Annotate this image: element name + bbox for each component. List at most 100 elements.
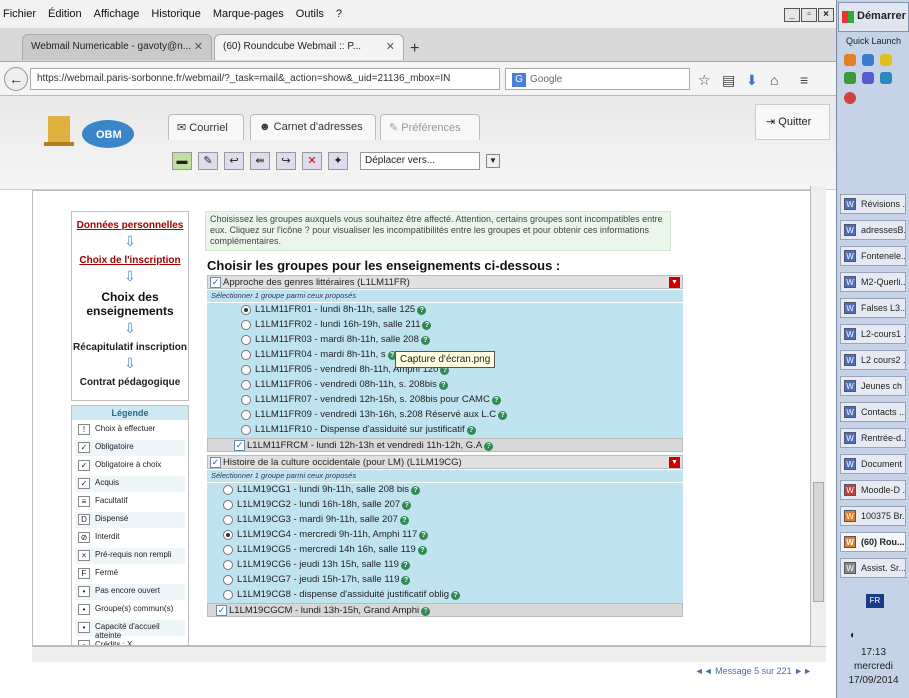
help-icon[interactable]: ?	[438, 381, 448, 390]
menu-tools[interactable]: Outils	[296, 8, 324, 20]
hamburger-menu-icon[interactable]: ≡	[800, 72, 808, 88]
taskbar-window-button[interactable]: W (60) Rou...	[840, 532, 906, 552]
app-icon[interactable]	[844, 92, 856, 104]
forward-icon[interactable]: ↪	[276, 152, 296, 170]
group-option[interactable]: L1LM11FR06 - vendredi 08h-11h, s. 208bis…	[207, 378, 683, 393]
course-group-header[interactable]: ✓ Histoire de la culture occidentale (pou…	[207, 455, 683, 469]
step-personal-data[interactable]: Données personnelles	[72, 220, 188, 231]
scroll-thumb[interactable]	[813, 482, 824, 602]
help-icon[interactable]: ?	[399, 516, 409, 525]
message-navigation[interactable]: ◄◄ Message 5 sur 221 ►►	[32, 662, 826, 682]
radio-button[interactable]	[241, 395, 251, 405]
radio-button[interactable]	[223, 545, 233, 555]
step-enrolment-choice[interactable]: Choix de l'inscription	[72, 255, 188, 266]
menu-view[interactable]: Affichage	[94, 8, 140, 20]
checkbox-checked-icon[interactable]: ✓	[234, 440, 245, 451]
radio-button[interactable]	[223, 515, 233, 525]
search-input[interactable]: G Google	[505, 68, 690, 90]
compose-icon[interactable]: ✎	[198, 152, 218, 170]
help-icon[interactable]: ?	[401, 576, 411, 585]
nav-next-last-icon[interactable]: ►►	[792, 666, 812, 676]
horizontal-scrollbar[interactable]	[32, 646, 826, 662]
folder-icon[interactable]	[880, 54, 892, 66]
nav-first-prev-icon[interactable]: ◄◄	[695, 666, 715, 676]
radio-button[interactable]	[241, 365, 251, 375]
vertical-scrollbar[interactable]	[810, 186, 826, 646]
delete-icon[interactable]: ✕	[302, 152, 322, 170]
mark-icon[interactable]: ✦	[328, 152, 348, 170]
group-option[interactable]: L1LM19CG6 - jeudi 13h 15h, salle 119?	[207, 558, 683, 573]
radio-button[interactable]	[241, 410, 251, 420]
group-option[interactable]: L1LM11FR10 - Dispense d'assiduité sur ju…	[207, 423, 683, 438]
help-icon[interactable]: ?	[400, 561, 410, 570]
tab-roundcube[interactable]: (60) Roundcube Webmail :: P... ✕	[214, 34, 404, 60]
menu-help[interactable]: ?	[336, 8, 342, 20]
taskbar-window-button[interactable]: W Contacts ...	[840, 402, 906, 422]
close-window-button[interactable]: ×	[818, 8, 834, 22]
help-icon[interactable]: ?	[402, 501, 412, 510]
volume-icon[interactable]: ◐	[850, 630, 856, 641]
help-icon[interactable]: ?	[420, 336, 430, 345]
quit-button[interactable]: ⇥ Quitter	[755, 104, 830, 140]
new-tab-icon[interactable]: +	[410, 40, 419, 58]
group-option[interactable]: L1LM11FR07 - vendredi 12h-15h, s. 208bis…	[207, 393, 683, 408]
help-icon[interactable]: ?	[466, 426, 476, 435]
taskbar-window-button[interactable]: W Rentrée-d...	[840, 428, 906, 448]
url-field[interactable]: https://webmail.paris-sorbonne.fr/webmai…	[30, 68, 500, 90]
taskbar-window-button[interactable]: W M2-Querli...	[840, 272, 906, 292]
group-option[interactable]: L1LM19CG4 - mercredi 9h-11h, Amphi 117?	[207, 528, 683, 543]
help-icon[interactable]: ?	[417, 546, 427, 555]
radio-button[interactable]	[223, 575, 233, 585]
taskbar-window-button[interactable]: W L2-cours1 ...	[840, 324, 906, 344]
taskbar-window-button[interactable]: W Falses L3...	[840, 298, 906, 318]
move-to-select[interactable]: Déplacer vers...	[360, 152, 480, 170]
checkbox-checked-icon[interactable]: ✓	[216, 605, 227, 616]
lecture-group-row[interactable]: ✓ L1LM19CGCM - lundi 13h-15h, Grand Amphi…	[207, 603, 683, 617]
maximize-button[interactable]: ▫	[801, 8, 817, 22]
radio-button[interactable]	[241, 305, 251, 315]
radio-button[interactable]	[223, 485, 233, 495]
menu-history[interactable]: Historique	[151, 8, 201, 20]
taskbar-window-button[interactable]: W Assist. Sr...	[840, 558, 906, 578]
help-icon[interactable]: ?	[484, 442, 494, 451]
firefox-icon[interactable]	[844, 54, 856, 66]
taskbar-window-button[interactable]: W Jeunes ch ...	[840, 376, 906, 396]
group-option[interactable]: L1LM19CG3 - mardi 9h-11h, salle 207?	[207, 513, 683, 528]
help-icon[interactable]: ?	[491, 396, 501, 405]
tab-address-book[interactable]: ☻ Carnet d'adresses	[250, 114, 376, 140]
start-button[interactable]: Démarrer	[838, 2, 909, 32]
group-option[interactable]: L1LM19CG2 - lundi 16h-18h, salle 207?	[207, 498, 683, 513]
radio-button[interactable]	[241, 350, 251, 360]
group-option[interactable]: L1LM11FR03 - mardi 8h-11h, salle 208?	[207, 333, 683, 348]
help-icon[interactable]: ?	[417, 306, 427, 315]
reply-icon[interactable]: ↩	[224, 152, 244, 170]
language-indicator[interactable]: FR	[866, 594, 884, 608]
help-icon[interactable]: ?	[419, 531, 429, 540]
help-icon[interactable]: ?	[410, 486, 420, 495]
group-option[interactable]: L1LM19CG8 - dispense d'assiduité justifi…	[207, 588, 683, 603]
radio-button[interactable]	[223, 500, 233, 510]
radio-button[interactable]	[241, 380, 251, 390]
help-icon[interactable]: ?	[498, 411, 508, 420]
tab-mail[interactable]: ✉ Courriel	[168, 114, 244, 140]
ie-icon[interactable]	[862, 54, 874, 66]
help-icon[interactable]: ?	[421, 607, 431, 616]
download-icon[interactable]: ⬇	[746, 72, 758, 89]
radio-button[interactable]	[223, 530, 233, 540]
home-icon[interactable]: ⌂	[770, 72, 778, 88]
course-group-header[interactable]: ✓ Approche des genres littéraires (L1LM11…	[207, 275, 683, 289]
lecture-group-row[interactable]: ✓ L1LM11FRCM - lundi 12h-13h et vendredi …	[207, 438, 683, 452]
taskbar-window-button[interactable]: W Fontenele...	[840, 246, 906, 266]
taskbar-window-button[interactable]: WadressesB...	[840, 220, 906, 240]
help-icon[interactable]: ?	[450, 591, 460, 600]
checkbox-checked-icon[interactable]: ✓	[210, 277, 221, 288]
taskbar-window-button[interactable]: W Révisions ...	[840, 194, 906, 214]
taskbar-window-button[interactable]: W L2 cours2 ...	[840, 350, 906, 370]
tab-webmail-numericable[interactable]: Webmail Numericable - gavoty@n... ✕	[22, 34, 212, 60]
reading-list-icon[interactable]: ▤	[722, 72, 735, 89]
back-arrow-icon[interactable]: ←	[4, 67, 28, 91]
group-option[interactable]: L1LM19CG1 - lundi 9h-11h, salle 208 bis?	[207, 483, 683, 498]
group-option[interactable]: L1LM19CG7 - jeudi 15h-17h, salle 119?	[207, 573, 683, 588]
tab-preferences[interactable]: ✎ Préférences	[380, 114, 480, 140]
menu-file[interactable]: Fichier	[3, 8, 36, 20]
